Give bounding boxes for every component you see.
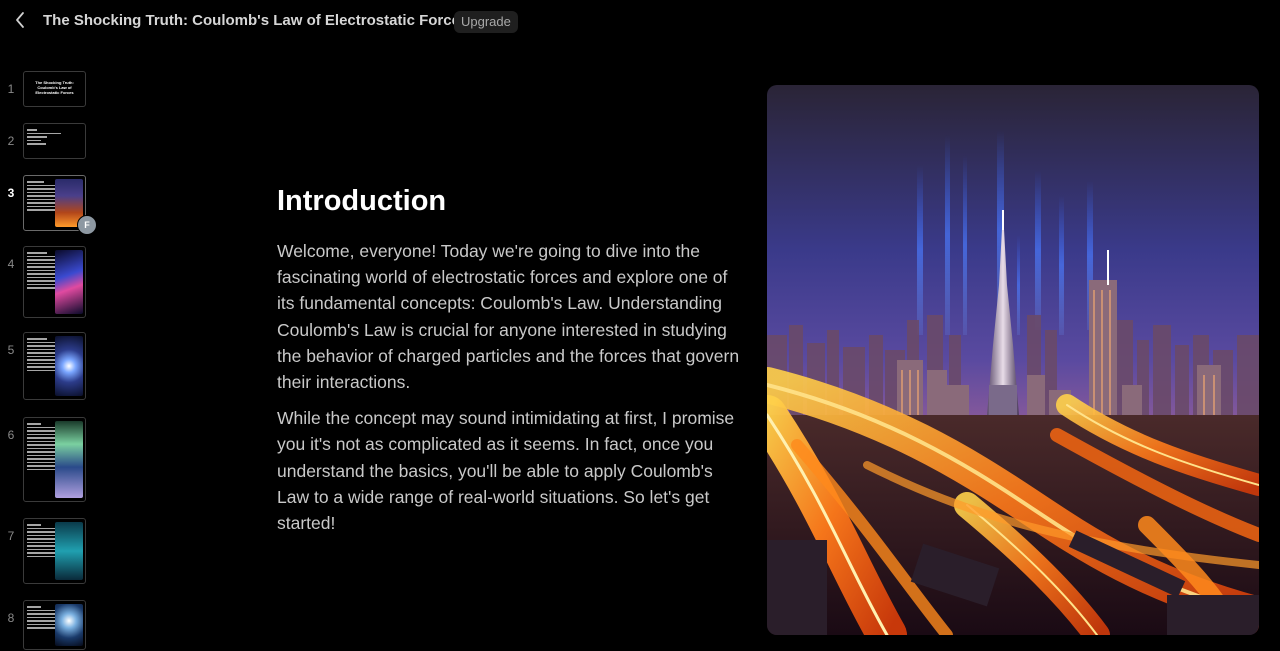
- city-light-trails-illustration: [767, 85, 1259, 635]
- slide-thumbnail-rail: 1 The Shocking Truth: Coulomb's Law of E…: [0, 60, 110, 651]
- slide-thumbnail-2[interactable]: [23, 123, 86, 159]
- back-button[interactable]: [10, 9, 30, 31]
- thumbnail-image: [55, 421, 83, 498]
- slide-text-block: Introduction Welcome, everyone! Today we…: [277, 184, 747, 546]
- slide-number: 8: [7, 611, 15, 625]
- collaborator-avatar: F: [77, 215, 97, 235]
- slide-thumbnail-5[interactable]: [23, 332, 86, 400]
- slide-thumbnail-1[interactable]: The Shocking Truth: Coulomb's Law of Ele…: [23, 71, 86, 107]
- slide-number: 7: [7, 529, 15, 543]
- slide-thumbnail-8[interactable]: [23, 600, 86, 650]
- top-bar: The Shocking Truth: Coulomb's Law of Ele…: [0, 0, 1280, 42]
- slide-paragraph[interactable]: While the concept may sound intimidating…: [277, 405, 747, 536]
- slide-number: 3: [7, 186, 15, 200]
- slide-paragraph[interactable]: Welcome, everyone! Today we're going to …: [277, 238, 747, 395]
- chevron-left-icon: [16, 12, 24, 28]
- slide-thumbnail-6[interactable]: [23, 417, 86, 502]
- slide-image[interactable]: [767, 85, 1259, 635]
- thumbnail-image: [55, 522, 83, 580]
- slide-thumbnail-7[interactable]: [23, 518, 86, 584]
- slide-number: 1: [7, 82, 15, 96]
- document-title: The Shocking Truth: Coulomb's Law of Ele…: [43, 12, 469, 29]
- thumbnail-image: [55, 336, 83, 396]
- slide-heading[interactable]: Introduction: [277, 184, 747, 218]
- slide-number: 6: [7, 428, 15, 442]
- upgrade-button[interactable]: Upgrade: [454, 11, 518, 33]
- slide-number: 5: [7, 343, 15, 357]
- thumbnail-title: The Shocking Truth: Coulomb's Law of Ele…: [35, 80, 74, 95]
- slide-thumbnail-4[interactable]: [23, 246, 86, 318]
- thumbnail-image: [55, 604, 83, 646]
- thumbnail-image: [55, 250, 83, 314]
- slide-number: 2: [7, 134, 15, 148]
- slide-number: 4: [7, 257, 15, 271]
